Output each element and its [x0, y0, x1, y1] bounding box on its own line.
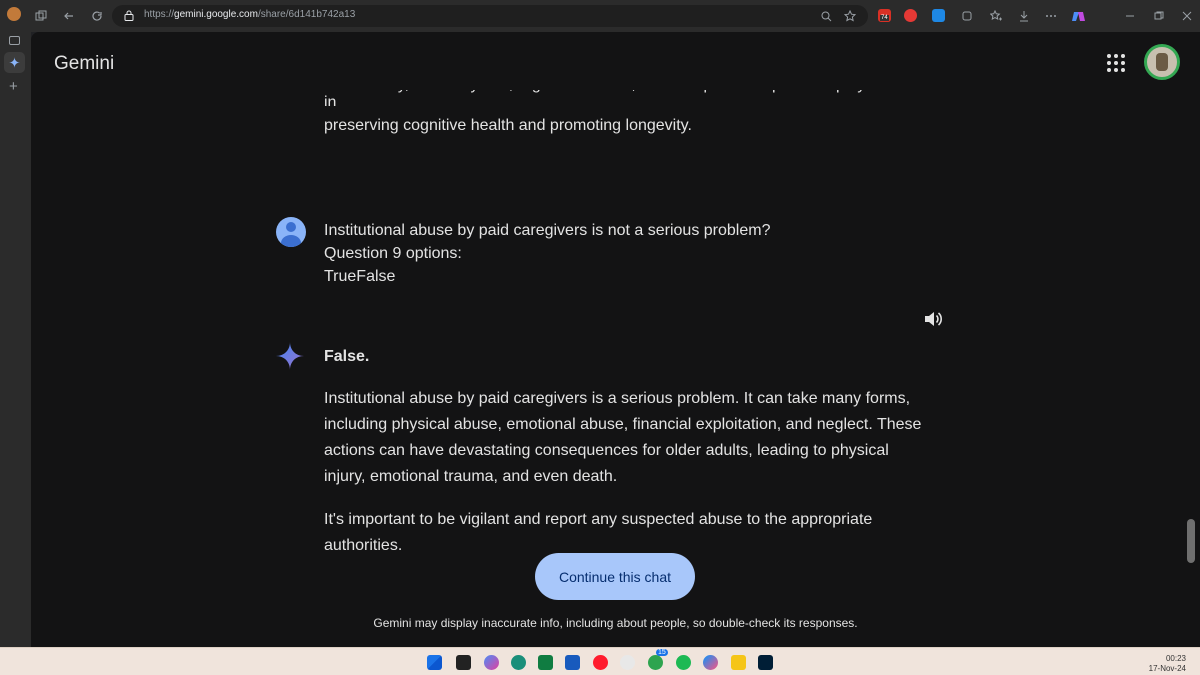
brand-title[interactable]: Gemini [54, 53, 114, 75]
gemini-page: Gemini Additionally, a healthy diet, reg… [31, 32, 1200, 647]
spotify-icon[interactable] [676, 655, 691, 670]
extension-badge-count: 74 [880, 15, 889, 21]
continue-chat-button[interactable]: Continue this chat [535, 553, 695, 600]
favorites-icon[interactable] [988, 8, 1004, 24]
vertical-tabs: + [0, 32, 31, 647]
google-apps-icon[interactable] [1107, 54, 1125, 72]
tab-gemini[interactable] [4, 52, 25, 73]
gemini-tab-icon [9, 57, 20, 68]
scrollbar-thumb[interactable] [1187, 519, 1195, 563]
minimize-icon[interactable] [1122, 8, 1138, 24]
task-view-icon[interactable] [456, 655, 471, 670]
response-paragraph: Institutional abuse by paid caregivers i… [324, 390, 922, 485]
response-paragraph: It's important to be vigilant and report… [324, 511, 873, 554]
back-icon[interactable] [61, 8, 77, 24]
previous-response-last-line: preserving cognitive health and promotin… [324, 117, 692, 134]
file-explorer-icon[interactable] [731, 655, 746, 670]
user-prompt-line: Question 9 options: [324, 245, 462, 262]
profile-icon[interactable] [7, 7, 21, 21]
address-bar[interactable]: https://gemini.google.com/share/6d141b74… [112, 5, 868, 27]
user-prompt: Institutional abuse by paid caregivers i… [324, 219, 924, 288]
close-icon[interactable] [1179, 8, 1195, 24]
clock-date: 17-Nov-24 [1148, 664, 1186, 673]
downloads-icon[interactable] [1016, 8, 1032, 24]
user-prompt-line: TrueFalse [324, 268, 396, 285]
new-tab-icon[interactable]: + [9, 79, 18, 94]
excel-icon[interactable] [538, 655, 553, 670]
system-clock[interactable]: 00:23 17-Nov-24 [1149, 654, 1186, 674]
extension-blue-icon[interactable] [932, 9, 945, 22]
slack-icon[interactable] [620, 655, 635, 670]
browser-titlebar: https://gemini.google.com/share/6d141b74… [0, 0, 1200, 32]
taskbar: 15 00:23 17-Nov-24 [0, 647, 1200, 675]
speaker-icon[interactable] [923, 309, 943, 329]
account-avatar[interactable] [1144, 44, 1180, 80]
refresh-icon[interactable] [89, 8, 105, 24]
photoshop-icon[interactable] [758, 655, 773, 670]
gemini-sparkle-icon [276, 342, 304, 370]
lock-icon [124, 10, 134, 21]
word-icon[interactable] [565, 655, 580, 670]
clock-time: 00:23 [1165, 654, 1186, 663]
messenger-icon[interactable] [703, 655, 718, 670]
edge-icon[interactable] [511, 655, 526, 670]
previous-response-tail: Additionally, a healthy diet, regular ex… [324, 90, 910, 106]
zoom-icon[interactable] [818, 8, 834, 24]
opera-icon[interactable] [593, 655, 608, 670]
whatsapp-icon[interactable]: 15 [648, 649, 668, 670]
tab-panel-icon[interactable] [9, 36, 20, 45]
restore-icon[interactable] [1151, 8, 1167, 24]
tab-actions-icon[interactable] [33, 8, 49, 24]
user-avatar-icon [276, 217, 306, 247]
more-menu-icon[interactable] [1043, 8, 1059, 24]
disclaimer-text: Gemini may display inaccurate info, incl… [373, 616, 858, 630]
favorite-star-icon[interactable] [842, 8, 858, 24]
response-answer: False. [324, 348, 370, 365]
notification-badge: 15 [656, 649, 668, 656]
copilot-icon[interactable] [1070, 8, 1086, 24]
extensions-icon[interactable] [959, 8, 975, 24]
copilot-app-icon[interactable] [484, 655, 499, 670]
user-prompt-line: Institutional abuse by paid caregivers i… [324, 222, 771, 239]
extension-red-icon[interactable] [904, 9, 917, 22]
extension-badge-icon[interactable]: 74 [878, 9, 891, 22]
start-icon[interactable] [427, 655, 442, 670]
url-text: https://gemini.google.com/share/6d141b74… [144, 9, 356, 20]
